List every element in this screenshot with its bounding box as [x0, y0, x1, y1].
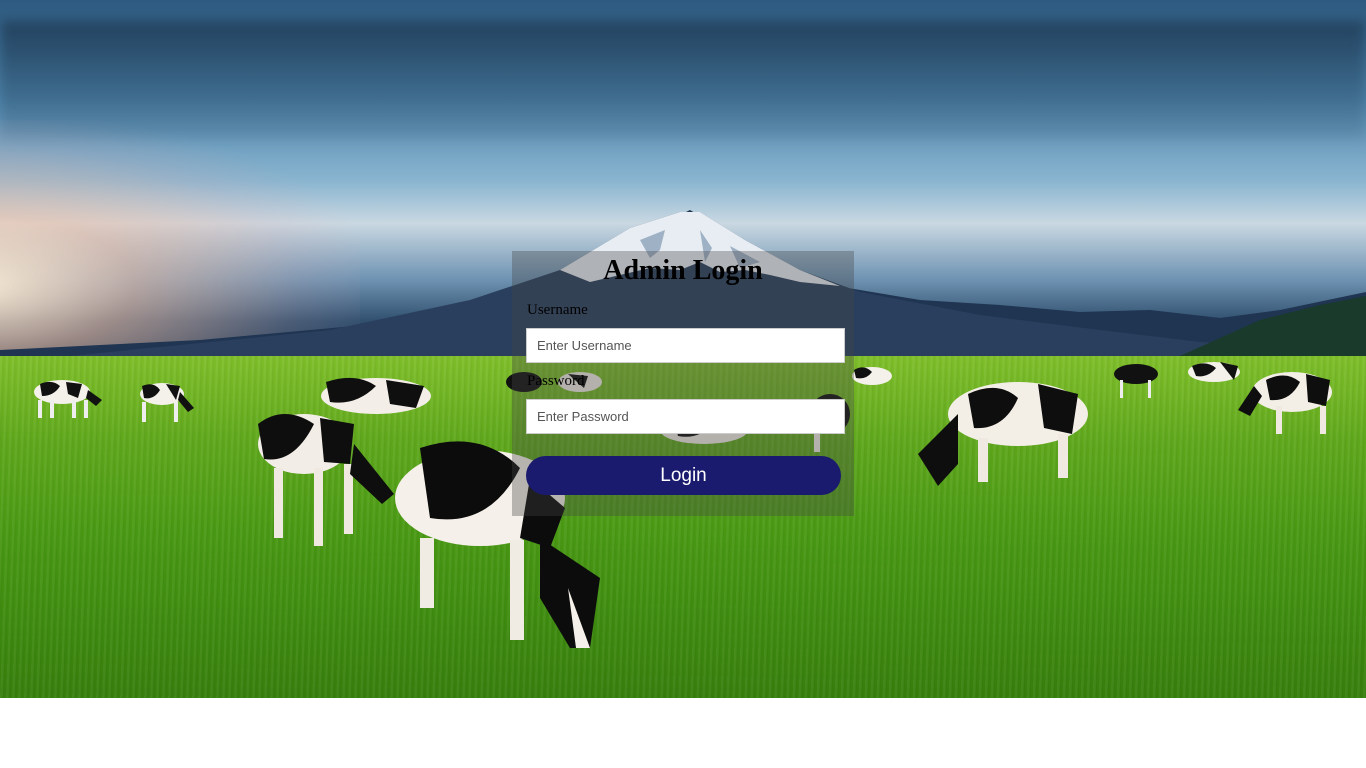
cow-image	[1114, 364, 1158, 398]
login-panel: Admin Login Username Password Login	[512, 251, 854, 516]
password-label: Password	[527, 373, 585, 389]
login-button[interactable]: Login	[526, 456, 841, 495]
cow-image	[852, 367, 892, 385]
cow-image	[918, 382, 1088, 486]
username-label: Username	[527, 302, 588, 318]
password-input[interactable]	[526, 399, 845, 434]
page-footer-blank	[0, 698, 1366, 768]
cow-image	[1238, 372, 1332, 434]
username-input[interactable]	[526, 328, 845, 363]
cow-image	[321, 377, 431, 414]
cow-image	[34, 380, 102, 418]
login-title: Admin Login	[603, 255, 763, 286]
cow-image	[140, 383, 194, 422]
